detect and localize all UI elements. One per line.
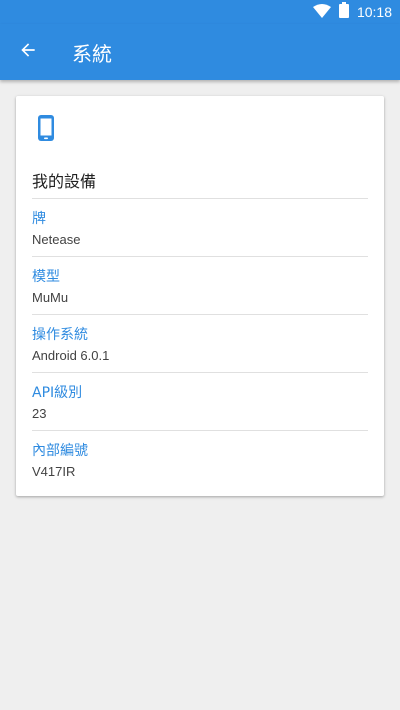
info-label-build-number: 內部編號 bbox=[32, 443, 88, 459]
info-label-model: 模型 bbox=[32, 269, 60, 285]
info-row-build-number: 內部編號 V417IR bbox=[32, 430, 368, 488]
info-row-api-level: API級別 23 bbox=[32, 372, 368, 430]
status-icons: 10:18 bbox=[312, 0, 392, 24]
info-row-model: 模型 MuMu bbox=[32, 256, 368, 314]
info-value-os: Android 6.0.1 bbox=[32, 348, 110, 363]
info-row-os: 操作系統 Android 6.0.1 bbox=[32, 314, 368, 372]
arrow-back-icon bbox=[18, 40, 38, 64]
info-value-brand: Netease bbox=[32, 232, 81, 247]
info-value-model: MuMu bbox=[32, 290, 69, 305]
status-bar: 10:18 bbox=[0, 0, 400, 24]
battery-icon bbox=[338, 2, 349, 22]
info-value-build-number: V417IR bbox=[32, 464, 76, 479]
info-label-os: 操作系統 bbox=[32, 327, 88, 343]
back-button[interactable] bbox=[0, 24, 56, 80]
device-info-card: 我的設備 牌 Netease 模型 MuMu 操作系統 Android 6.0.… bbox=[16, 96, 384, 496]
info-label-brand: 牌 bbox=[32, 211, 46, 227]
info-label-api-level: API級別 bbox=[32, 385, 83, 401]
app-bar: 系統 bbox=[0, 24, 400, 80]
info-list: 牌 Netease 模型 MuMu 操作系統 Android 6.0.1 API… bbox=[32, 198, 368, 488]
card-title: 我的設備 bbox=[32, 172, 97, 191]
status-time: 10:18 bbox=[356, 4, 392, 20]
info-row-brand: 牌 Netease bbox=[32, 198, 368, 256]
page-title: 系統 bbox=[72, 41, 112, 66]
wifi-icon bbox=[312, 3, 331, 22]
info-value-api-level: 23 bbox=[32, 406, 47, 421]
smartphone-icon bbox=[36, 114, 58, 142]
